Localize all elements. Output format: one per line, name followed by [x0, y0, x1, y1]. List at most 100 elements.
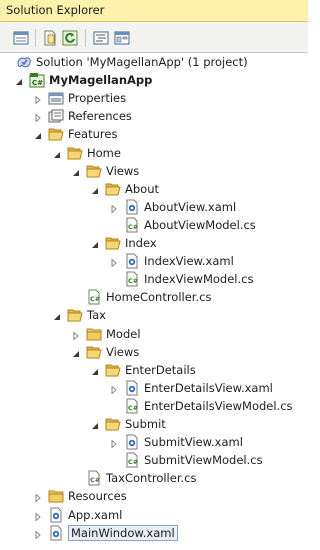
- tree-item[interactable]: Solution 'MyMagellanApp' (1 project): [0, 53, 308, 71]
- expanded-arrow-icon[interactable]: [34, 130, 42, 140]
- tree-item[interactable]: Features: [0, 125, 308, 143]
- csharp-file-icon: C#: [86, 289, 102, 305]
- tree-item-label: MainWindow.xaml: [68, 524, 178, 541]
- tree-item[interactable]: EnterDetails: [0, 361, 308, 379]
- csharp-file-icon: C#: [124, 398, 140, 414]
- folder-open-icon: [67, 145, 83, 161]
- tree-item[interactable]: SubmitView.xaml: [0, 433, 308, 451]
- collapsed-arrow-icon[interactable]: [34, 511, 42, 522]
- tree-item[interactable]: Submit: [0, 415, 308, 433]
- tree-item-label: SubmitViewModel.cs: [144, 453, 263, 468]
- expanded-arrow-icon[interactable]: [72, 167, 80, 176]
- tree-item[interactable]: C# HomeController.cs: [0, 288, 308, 306]
- tree-item[interactable]: Resources: [0, 487, 308, 505]
- csharp-project-icon: C#: [29, 72, 45, 88]
- csharp-file-icon: C#: [86, 470, 102, 486]
- tree-item[interactable]: Properties: [0, 89, 308, 107]
- collapsed-arrow-icon[interactable]: [110, 384, 118, 395]
- collapsed-arrow-icon[interactable]: [72, 330, 80, 341]
- expanded-arrow-icon[interactable]: [72, 348, 80, 357]
- svg-text:C#: C#: [128, 404, 138, 412]
- expanded-arrow-icon[interactable]: [15, 76, 23, 86]
- show-all-files-icon[interactable]: [42, 30, 58, 46]
- tree-item-label: Submit: [125, 417, 166, 431]
- xaml-file-icon: [124, 199, 140, 215]
- folder-open-icon: [105, 181, 121, 197]
- tree-item[interactable]: IndexView.xaml: [0, 252, 308, 270]
- tree-item-label: App.xaml: [68, 507, 123, 522]
- refresh-icon[interactable]: [62, 30, 78, 46]
- csharp-file-icon: C#: [124, 271, 140, 287]
- view-code-icon[interactable]: [93, 30, 109, 46]
- collapsed-arrow-icon[interactable]: [34, 94, 42, 105]
- panel-titlebar: Solution Explorer: [0, 0, 308, 22]
- tree-item-label: IndexView.xaml: [144, 254, 234, 269]
- svg-text:C#: C#: [90, 295, 100, 303]
- tree-item-label: Resources: [68, 489, 127, 504]
- tree-item[interactable]: EnterDetailsView.xaml: [0, 379, 308, 397]
- tree-item[interactable]: Home: [0, 144, 308, 162]
- folder-open-icon: [105, 416, 121, 432]
- tree-item-label: TaxController.cs: [106, 471, 197, 486]
- references-icon: [48, 108, 64, 124]
- tree-item[interactable]: Index: [0, 234, 308, 252]
- collapsed-arrow-icon[interactable]: [110, 438, 118, 449]
- svg-text:C#: C#: [128, 458, 138, 466]
- toolbar: [0, 22, 308, 53]
- tree-item[interactable]: C# AboutViewModel.cs: [0, 216, 308, 234]
- tree-item-label: About: [125, 181, 160, 196]
- folder-open-icon: [105, 362, 121, 378]
- solution-tree: Solution 'MyMagellanApp' (1 project) C# My…: [0, 53, 308, 550]
- panel-title: Solution Explorer: [6, 3, 105, 17]
- tree-item[interactable]: App.xaml: [0, 506, 308, 524]
- tree-item-label: EnterDetailsViewModel.cs: [144, 398, 293, 413]
- tree-item-label: References: [68, 109, 132, 124]
- csharp-file-icon: C#: [124, 217, 140, 233]
- folder-closed-icon: [86, 326, 102, 342]
- folder-open-icon: [48, 126, 64, 142]
- tree-item[interactable]: MainWindow.xaml: [0, 524, 308, 542]
- collapsed-arrow-icon[interactable]: [34, 112, 42, 123]
- collapsed-arrow-icon[interactable]: [34, 529, 42, 540]
- tree-item[interactable]: C# IndexViewModel.cs: [0, 270, 308, 288]
- tree-item-label: Views: [106, 344, 140, 359]
- expanded-arrow-icon[interactable]: [91, 420, 99, 429]
- tree-item[interactable]: Model: [0, 325, 308, 343]
- tree-item[interactable]: AboutView.xaml: [0, 198, 308, 216]
- tree-item[interactable]: References: [0, 107, 308, 125]
- tree-item[interactable]: C# SubmitViewModel.cs: [0, 451, 308, 469]
- properties-icon[interactable]: [13, 30, 29, 46]
- expanded-arrow-icon[interactable]: [53, 149, 61, 158]
- tree-item-label: Home: [87, 145, 121, 160]
- expanded-arrow-icon[interactable]: [53, 311, 61, 321]
- tree-item-label: Properties: [68, 91, 127, 106]
- tree-item-label: HomeController.cs: [106, 290, 212, 305]
- tree-item[interactable]: Tax: [0, 306, 308, 324]
- tree-item[interactable]: About: [0, 180, 308, 198]
- tree-item-label: EnterDetailsView.xaml: [144, 380, 273, 395]
- expanded-arrow-icon[interactable]: [91, 185, 99, 194]
- xaml-file-icon: [124, 380, 140, 396]
- xaml-file-icon: [48, 525, 64, 541]
- tree-item-label: MyMagellanApp: [49, 73, 153, 88]
- tree-item-label: SubmitView.xaml: [144, 435, 243, 450]
- tree-item[interactable]: C# MyMagellanApp: [0, 71, 308, 89]
- expanded-arrow-icon[interactable]: [91, 239, 99, 248]
- tree-item-label: Index: [125, 236, 157, 250]
- collapsed-arrow-icon[interactable]: [34, 492, 42, 503]
- tree-item-label: Features: [68, 127, 118, 142]
- expanded-arrow-icon[interactable]: [91, 366, 99, 375]
- folder-open-icon: [86, 163, 102, 179]
- tree-item[interactable]: C# EnterDetailsViewModel.cs: [0, 397, 308, 415]
- tree-item[interactable]: Views: [0, 343, 308, 361]
- view-designer-icon[interactable]: [114, 30, 130, 46]
- collapsed-arrow-icon[interactable]: [110, 257, 118, 268]
- collapsed-arrow-icon[interactable]: [110, 203, 118, 214]
- tree-item[interactable]: Views: [0, 162, 308, 180]
- folder-open-icon: [105, 235, 121, 251]
- tree-item-label: IndexViewModel.cs: [144, 272, 254, 287]
- xaml-file-icon: [48, 507, 64, 523]
- tree-item-label: Tax: [87, 308, 106, 323]
- tree-item[interactable]: C# TaxController.cs: [0, 469, 308, 487]
- tree-item-label: AboutViewModel.cs: [144, 217, 256, 232]
